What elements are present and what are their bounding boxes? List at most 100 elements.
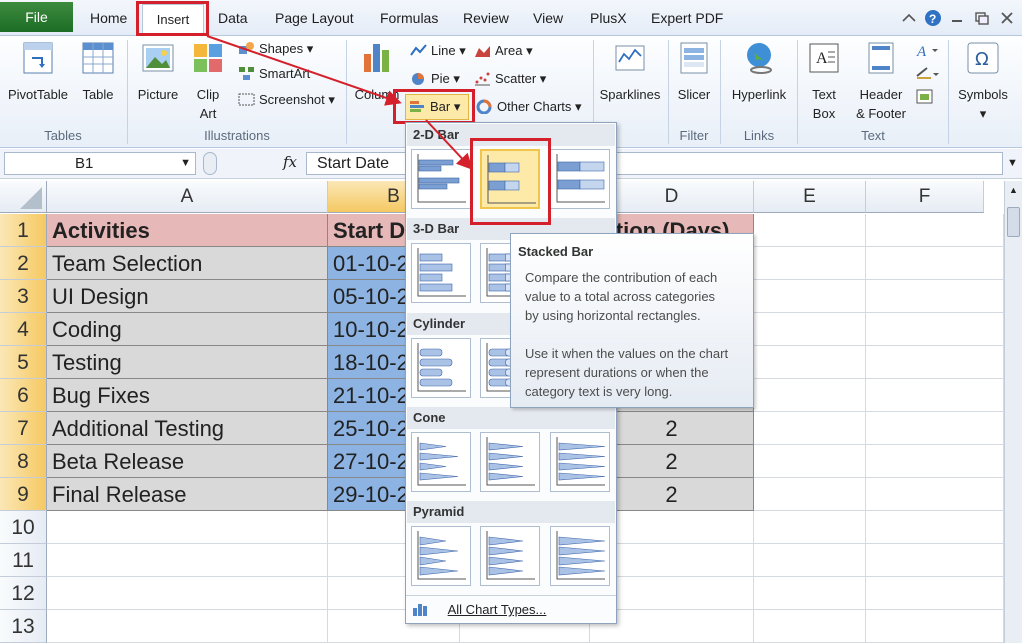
name-box[interactable]: B1 ▼ [4, 152, 196, 175]
cell-a5[interactable]: Testing [47, 346, 328, 379]
scatter-chart-button[interactable]: Scatter ▾ [474, 68, 546, 90]
slicer-button[interactable]: Slicer [672, 40, 716, 104]
area-chart-button[interactable]: Area ▾ [474, 40, 533, 62]
row-header-9[interactable]: 9 [0, 478, 47, 511]
row-header-1[interactable]: 1 [0, 214, 47, 247]
shapes-button[interactable]: Shapes ▾ [238, 38, 313, 60]
cell-a9[interactable]: Final Release [47, 478, 328, 511]
row-header-8[interactable]: 8 [0, 445, 47, 478]
cell-e4[interactable] [754, 313, 866, 346]
hyperlink-button[interactable]: Hyperlink [726, 40, 792, 104]
cell-e11[interactable] [754, 544, 866, 577]
cell-f6[interactable] [866, 379, 1004, 412]
cell-f3[interactable] [866, 280, 1004, 313]
tab-home[interactable]: Home [90, 0, 127, 36]
2d-clustered-bar-option[interactable] [411, 149, 471, 209]
row-header-6[interactable]: 6 [0, 379, 47, 412]
cell-f9[interactable] [866, 478, 1004, 511]
cell-e5[interactable] [754, 346, 866, 379]
pie-chart-button[interactable]: Pie ▾ [410, 68, 460, 90]
restore-icon[interactable] [975, 12, 989, 25]
cell-e10[interactable] [754, 511, 866, 544]
tab-expert-pdf[interactable]: Expert PDF [651, 0, 723, 36]
cell-a7[interactable]: Additional Testing [47, 412, 328, 445]
cell-a6[interactable]: Bug Fixes [47, 379, 328, 412]
row-header-7[interactable]: 7 [0, 412, 47, 445]
tab-view[interactable]: View [533, 0, 563, 36]
cell-a10[interactable] [47, 511, 328, 544]
cell-f13[interactable] [866, 610, 1004, 643]
column-header-a[interactable]: A [47, 181, 328, 213]
row-header-5[interactable]: 5 [0, 346, 47, 379]
picture-button[interactable]: Picture [132, 40, 184, 104]
wordart-icon[interactable]: A [916, 44, 938, 60]
cell-f10[interactable] [866, 511, 1004, 544]
select-all-corner[interactable] [0, 181, 47, 213]
cell-e3[interactable] [754, 280, 866, 313]
tab-file[interactable]: File [0, 2, 73, 32]
cell-a12[interactable] [47, 577, 328, 610]
cell-e12[interactable] [754, 577, 866, 610]
row-header-10[interactable]: 10 [0, 511, 47, 544]
help-icon[interactable]: ? [925, 10, 941, 26]
minimize-icon[interactable] [952, 20, 962, 22]
cell-a4[interactable]: Coding [47, 313, 328, 346]
cell-e9[interactable] [754, 478, 866, 511]
row-header-12[interactable]: 12 [0, 577, 47, 610]
tab-plusx[interactable]: PlusX [590, 0, 627, 36]
text-box-button[interactable]: A Text Box [802, 40, 846, 123]
object-icon[interactable] [916, 89, 933, 104]
column-header-e[interactable]: E [754, 181, 866, 213]
row-header-11[interactable]: 11 [0, 544, 47, 577]
tab-formulas[interactable]: Formulas [380, 0, 438, 36]
pyramid-stacked-bar-option[interactable] [480, 526, 540, 586]
cone-stacked-bar-option[interactable] [480, 432, 540, 492]
insert-function-icon[interactable]: fx [283, 153, 297, 171]
3d-clustered-bar-option[interactable] [411, 243, 471, 303]
cell-e6[interactable] [754, 379, 866, 412]
2d-stacked-100-bar-option[interactable] [550, 149, 610, 209]
screenshot-button[interactable]: Screenshot ▾ [238, 89, 335, 111]
cell-a11[interactable] [47, 544, 328, 577]
cell-a2[interactable]: Team Selection [47, 247, 328, 280]
cell-e1[interactable] [754, 214, 866, 247]
column-header-f[interactable]: F [866, 181, 984, 213]
cell-f11[interactable] [866, 544, 1004, 577]
expand-formula-bar-icon[interactable]: ▼ [1005, 152, 1020, 175]
close-icon[interactable] [1001, 12, 1013, 24]
cylinder-clustered-bar-option[interactable] [411, 338, 471, 398]
row-header-4[interactable]: 4 [0, 313, 47, 346]
formula-bar-splitter[interactable] [203, 152, 217, 175]
cell-a3[interactable]: UI Design [47, 280, 328, 313]
signature-line-icon[interactable] [916, 67, 939, 79]
cell-f7[interactable] [866, 412, 1004, 445]
cell-f5[interactable] [866, 346, 1004, 379]
cell-e8[interactable] [754, 445, 866, 478]
cell-e13[interactable] [754, 610, 866, 643]
cell-e7[interactable] [754, 412, 866, 445]
table-button[interactable]: Table [76, 40, 120, 104]
sparklines-button[interactable]: Sparklines [596, 40, 664, 104]
cell-a13[interactable] [47, 610, 328, 643]
tab-review[interactable]: Review [463, 0, 509, 36]
vertical-scrollbar[interactable]: ▲ [1004, 181, 1022, 643]
pivottable-button[interactable]: PivotTable [4, 40, 72, 104]
pyramid-stacked-100-bar-option[interactable] [550, 526, 610, 586]
cell-f12[interactable] [866, 577, 1004, 610]
cell-a8[interactable]: Beta Release [47, 445, 328, 478]
scroll-up-icon[interactable]: ▲ [1007, 185, 1020, 203]
tab-data[interactable]: Data [218, 0, 248, 36]
name-box-dropdown-icon[interactable]: ▼ [180, 153, 191, 174]
cell-f1[interactable] [866, 214, 1004, 247]
header-footer-button[interactable]: Header & Footer [850, 40, 912, 123]
all-chart-types-item[interactable]: All Chart Types... [412, 599, 612, 621]
cell-f8[interactable] [866, 445, 1004, 478]
cone-clustered-bar-option[interactable] [411, 432, 471, 492]
cell-f4[interactable] [866, 313, 1004, 346]
row-header-3[interactable]: 3 [0, 280, 47, 313]
pyramid-clustered-bar-option[interactable] [411, 526, 471, 586]
symbols-button[interactable]: Ω Symbols ▾ [952, 40, 1014, 123]
cone-stacked-100-bar-option[interactable] [550, 432, 610, 492]
scrollbar-thumb[interactable] [1007, 207, 1020, 237]
smartart-button[interactable]: SmartArt [238, 63, 310, 85]
